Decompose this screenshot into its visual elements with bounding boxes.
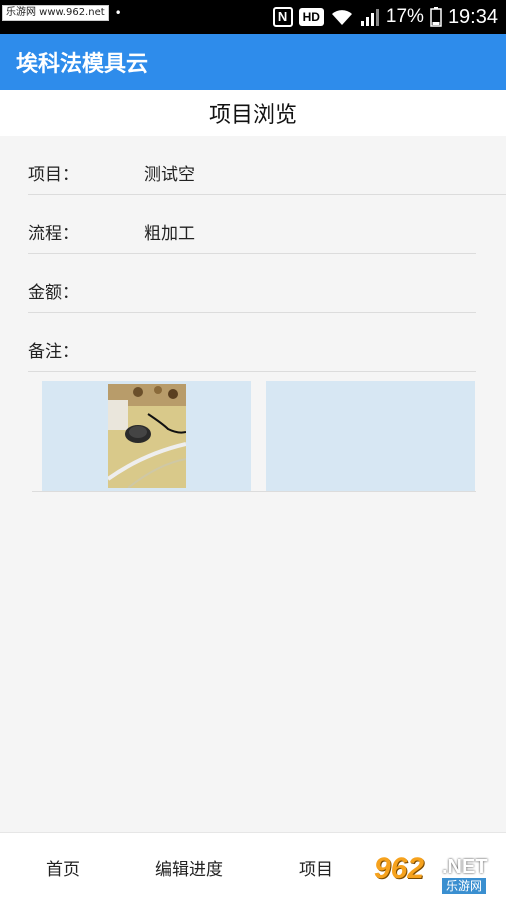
wifi-icon [330, 7, 354, 27]
divider [28, 371, 476, 372]
remark-row: 备注： [28, 317, 476, 373]
clock: 19:34 [447, 5, 498, 28]
watermark-net: .NET [442, 856, 488, 878]
divider [28, 253, 476, 254]
status-bar-left: 乐游网 www.962.net • [2, 4, 122, 22]
battery-icon [430, 7, 442, 27]
process-row: 流程： 粗加工 [28, 199, 476, 255]
process-label: 流程： [28, 224, 79, 244]
battery-percent: 17% [385, 6, 424, 27]
attachment-tile-1[interactable] [42, 381, 251, 491]
divider [28, 312, 476, 313]
page-title: 项目浏览 [208, 103, 297, 128]
watermark-number: 962 [374, 852, 425, 885]
notification-dot: • [114, 6, 122, 20]
amount-label: 金额： [28, 283, 79, 303]
project-value: 测试空 [144, 165, 195, 185]
nfc-icon: N [272, 7, 293, 27]
watermark-cn: 乐游网 [442, 878, 487, 894]
watermark-logo: 962 .NET 乐游网 [368, 852, 500, 896]
project-label: 项目： [28, 165, 79, 185]
process-value: 粗加工 [144, 224, 195, 244]
attachment-tile-2[interactable] [266, 381, 475, 491]
amount-row: 金额： [28, 258, 476, 314]
divider [32, 491, 476, 492]
nav-edit-progress[interactable]: 编辑进度 [155, 855, 223, 880]
attachment-photo[interactable] [108, 384, 186, 488]
app-title: 埃科法模具云 [16, 52, 149, 77]
hd-icon: HD [298, 8, 324, 26]
status-bar-right: N HD 17% 19:34 [272, 0, 498, 34]
nav-home[interactable]: 首页 [46, 855, 80, 880]
remark-label: 备注： [28, 342, 79, 362]
app-bar: 埃科法模具云 [0, 34, 506, 90]
status-bar: 乐游网 www.962.net • N HD 17% 19:34 [0, 0, 506, 34]
project-row: 项目： 测试空 [28, 140, 476, 196]
cell-signal-icon [360, 7, 380, 27]
divider [28, 194, 506, 195]
nav-project[interactable]: 项目 [299, 855, 333, 880]
page-header: 项目浏览 [0, 90, 506, 136]
watermark-badge: 乐游网 www.962.net [2, 5, 109, 21]
